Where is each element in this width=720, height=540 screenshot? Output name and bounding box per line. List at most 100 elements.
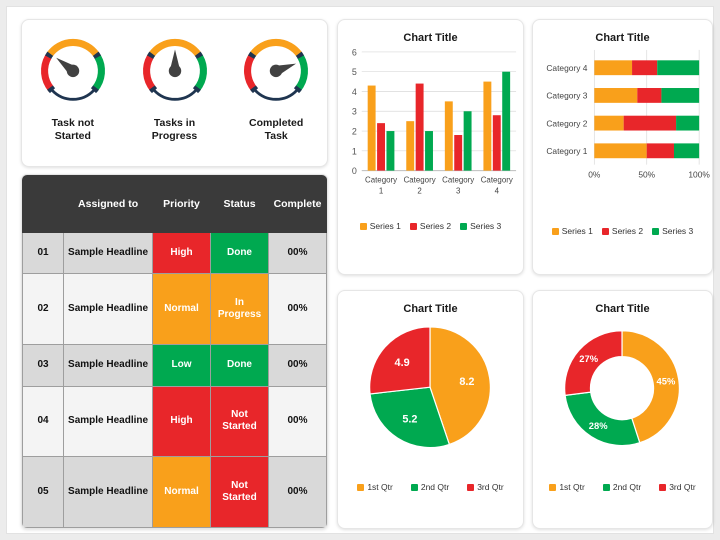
stacked-seg-Series2-4 <box>632 60 658 76</box>
row-priority-badge[interactable]: High <box>152 231 211 275</box>
donut-chart-title: Chart Title <box>595 303 650 315</box>
gauges-panel: Task not Started Tasks in Progress Complet… <box>21 19 328 167</box>
bar-chart-panel: Chart Title 0 1 2 3 4 5 6 Category 1 Category 2 Cat… <box>337 19 524 275</box>
table-row[interactable]: 02 Sample Headline Normal In Progress 00% <box>22 273 327 346</box>
pie-data-label: 8.2 <box>459 376 474 388</box>
stacked-legend-item[interactable]: Series 3 <box>652 226 693 236</box>
gauge-tick-2 <box>296 51 305 59</box>
x-tick-label: Category <box>442 175 474 184</box>
gauge-row: Task not Started Tasks in Progress Complet… <box>22 20 327 166</box>
row-priority-badge[interactable]: Normal <box>152 273 211 346</box>
stacked-legend-item[interactable]: Series 2 <box>601 226 644 237</box>
stacked-seg-Series2-3 <box>637 88 662 103</box>
row-priority-badge[interactable]: Normal <box>152 456 211 528</box>
table-row[interactable]: 05 Sample Headline Normal Not Started 00% <box>22 456 327 528</box>
gauge-arc-orange <box>249 38 303 57</box>
row-index: 02 <box>22 273 65 346</box>
pie-legend-item[interactable]: 1st Qtr <box>357 482 393 492</box>
donut-slice-2 <box>564 391 641 447</box>
pie-data-label: 5.2 <box>402 414 417 426</box>
row-status-badge[interactable]: In Progress <box>210 273 269 346</box>
bar-Series3-2 <box>425 131 433 171</box>
gauge-icon <box>142 38 207 101</box>
x-tick-label: Category <box>481 175 513 184</box>
stacked-legend-item[interactable]: Series 1 <box>551 226 593 236</box>
bar-Series2-4 <box>492 115 501 171</box>
y-tick-label: Category 3 <box>546 91 587 101</box>
donut-legend-item[interactable]: 3rd Qtr <box>659 482 696 492</box>
gauge-arc-green <box>91 54 105 92</box>
bar-Series2-3 <box>454 135 463 171</box>
legend-label: Series 3 <box>470 221 502 232</box>
y-tick-label: 1 <box>352 146 357 156</box>
row-status-badge[interactable]: Not Started <box>210 385 269 458</box>
legend-label: 1st Qtr <box>559 482 585 493</box>
y-tick-label: 6 <box>352 47 357 57</box>
pie-chart-plot: 8.2 5.2 4.9 <box>369 326 491 449</box>
pie-chart-title: Chart Title <box>403 303 458 315</box>
legend-label: 1st Qtr <box>367 482 393 493</box>
donut-chart-plot: 45% 28% 27% <box>564 330 680 447</box>
legend-label: 2nd Qtr <box>612 482 642 493</box>
bar-chart-title: Chart Title <box>403 32 458 44</box>
table-col-header-0 <box>22 175 65 233</box>
y-tick-label: 0 <box>352 166 357 176</box>
bar-legend-item[interactable]: Series 3 <box>460 221 501 231</box>
y-tick-label: 3 <box>352 107 357 117</box>
stacked-seg-Series3-3 <box>661 88 700 103</box>
bar-Series1-1 <box>367 85 376 171</box>
donut-legend-item[interactable]: 2nd Qtr <box>602 482 642 493</box>
gauge-arc-red <box>142 54 156 92</box>
legend-swatch-icon <box>551 227 559 235</box>
y-tick-label: Category 4 <box>546 63 587 73</box>
table-col-header-3: Status <box>210 175 269 233</box>
y-tick-label: Category 1 <box>546 146 587 156</box>
stacked-seg-Series2-2 <box>623 115 677 131</box>
donut-chart-panel: Chart Title 45% 28% 27% 1st Qtr 2nd Qtr 3rd … <box>532 290 713 529</box>
pie-chart-legend: 1st Qtr 2nd Qtr 3rd Qtr <box>338 482 523 492</box>
row-status-badge[interactable]: Done <box>210 231 269 275</box>
legend-swatch-icon <box>357 483 365 491</box>
row-priority-badge[interactable]: High <box>152 385 211 458</box>
bar-Series1-4 <box>483 81 492 171</box>
gauge-arc-red <box>244 54 258 92</box>
stacked-seg-Series3-1 <box>673 143 700 159</box>
gauge-tick-1 <box>146 51 155 59</box>
bar-Series3-1 <box>386 131 395 171</box>
gauge-arc-green <box>193 54 207 92</box>
table-row[interactable]: 04 Sample Headline High Not Started 00% <box>22 385 327 458</box>
row-index: 05 <box>22 456 65 528</box>
table-row[interactable]: 03 Sample Headline Low Done 00% <box>22 344 327 387</box>
gauge-3: Completed Task <box>225 30 327 166</box>
pie-legend-item[interactable]: 3rd Qtr <box>467 482 504 492</box>
gauge-tick-1 <box>248 51 257 59</box>
row-status-badge[interactable]: Not Started <box>210 456 269 528</box>
legend-label: Series 2 <box>611 226 644 237</box>
bar-Series2-2 <box>415 83 424 171</box>
table-row[interactable]: 01 Sample Headline High Done 00% <box>22 231 327 275</box>
gauge-hub <box>66 64 80 78</box>
donut-data-label: 45% <box>657 376 676 387</box>
x-tick-label: Category <box>404 175 436 184</box>
gauge-label: Completed Task <box>249 117 304 143</box>
bar-legend-item[interactable]: Series 1 <box>359 221 401 231</box>
bar-legend-item[interactable]: Series 2 <box>409 221 451 231</box>
row-status-badge[interactable]: Done <box>210 344 269 387</box>
row-complete-value: 00% <box>267 273 327 346</box>
x-tick-label: 100% <box>688 170 710 180</box>
row-assigned-to: Sample Headline <box>63 344 154 387</box>
task-table-panel: Assigned to Priority Status Complete 01 Samp… <box>21 174 328 529</box>
table-header: Assigned to Priority Status Complete <box>22 175 327 233</box>
x-tick-label: 0% <box>588 170 601 180</box>
legend-swatch-icon <box>659 483 667 491</box>
donut-legend-item[interactable]: 1st Qtr <box>549 482 585 492</box>
pie-legend-item[interactable]: 2nd Qtr <box>410 482 449 492</box>
row-assigned-to: Sample Headline <box>63 385 154 458</box>
table-col-header-1: Assigned to <box>63 175 154 233</box>
task-table: Assigned to Priority Status Complete 01 Samp… <box>22 175 327 528</box>
row-priority-badge[interactable]: Low <box>152 344 211 387</box>
gauge-1: Task not Started <box>22 30 124 166</box>
legend-swatch-icon <box>409 222 417 230</box>
x-tick-label: 50% <box>638 170 655 180</box>
bar-Series1-2 <box>406 121 415 171</box>
